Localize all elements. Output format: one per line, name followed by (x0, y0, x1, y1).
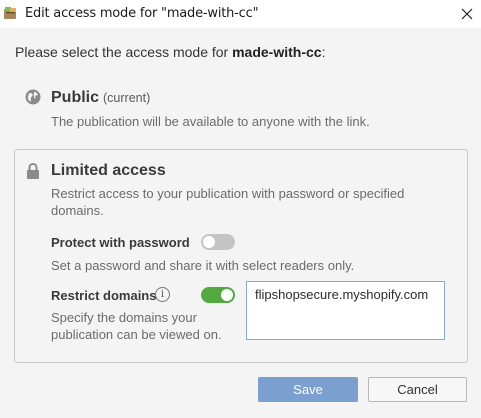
info-icon[interactable]: i (155, 287, 170, 302)
window-title: Edit access mode for "made-with-cc" (25, 6, 259, 21)
publication-name: made-with-cc (232, 44, 322, 60)
current-badge: (current) (103, 91, 151, 105)
prompt-suffix: : (321, 44, 326, 60)
prompt-prefix: Please select the access mode for (15, 44, 233, 60)
app-icon (4, 7, 16, 19)
password-label: Protect with password (51, 235, 190, 250)
domains-description-line2: publication can be viewed on. (51, 327, 222, 342)
limited-description-line1: Restrict access to your publication with… (51, 186, 405, 201)
domains-description: Specify the domains your publication can… (51, 309, 222, 343)
globe-icon (25, 89, 41, 105)
cancel-button[interactable]: Cancel (368, 377, 467, 402)
dialog-prompt: Please select the access mode for made-w… (15, 44, 325, 60)
public-description: The publication will be available to any… (51, 114, 370, 129)
save-button[interactable]: Save (258, 377, 358, 402)
public-access-option[interactable]: Public (current) The publication will be … (14, 80, 468, 136)
limited-description-line2: domains. (51, 203, 104, 218)
domains-input[interactable]: flipshopsecure.myshopify.com (246, 281, 445, 340)
limited-title: Limited access (51, 162, 166, 179)
domains-label: Restrict domains (51, 288, 157, 303)
close-button[interactable] (452, 0, 481, 28)
password-toggle[interactable] (201, 234, 235, 250)
domains-toggle[interactable] (201, 287, 235, 303)
password-description: Set a password and share it with select … (51, 258, 355, 273)
limited-access-option[interactable]: Limited access Restrict access to your p… (14, 149, 468, 363)
domains-description-line1: Specify the domains your (51, 310, 197, 325)
close-icon (461, 8, 472, 20)
public-title-text: Public (51, 89, 100, 106)
lock-icon (27, 163, 39, 179)
limited-description: Restrict access to your publication with… (51, 185, 404, 219)
public-title: Public (current) (51, 89, 150, 107)
title-bar: Edit access mode for "made-with-cc" (0, 0, 481, 28)
toggle-knob (203, 236, 215, 248)
dialog-content: Please select the access mode for made-w… (0, 28, 481, 418)
toggle-knob (221, 289, 233, 301)
